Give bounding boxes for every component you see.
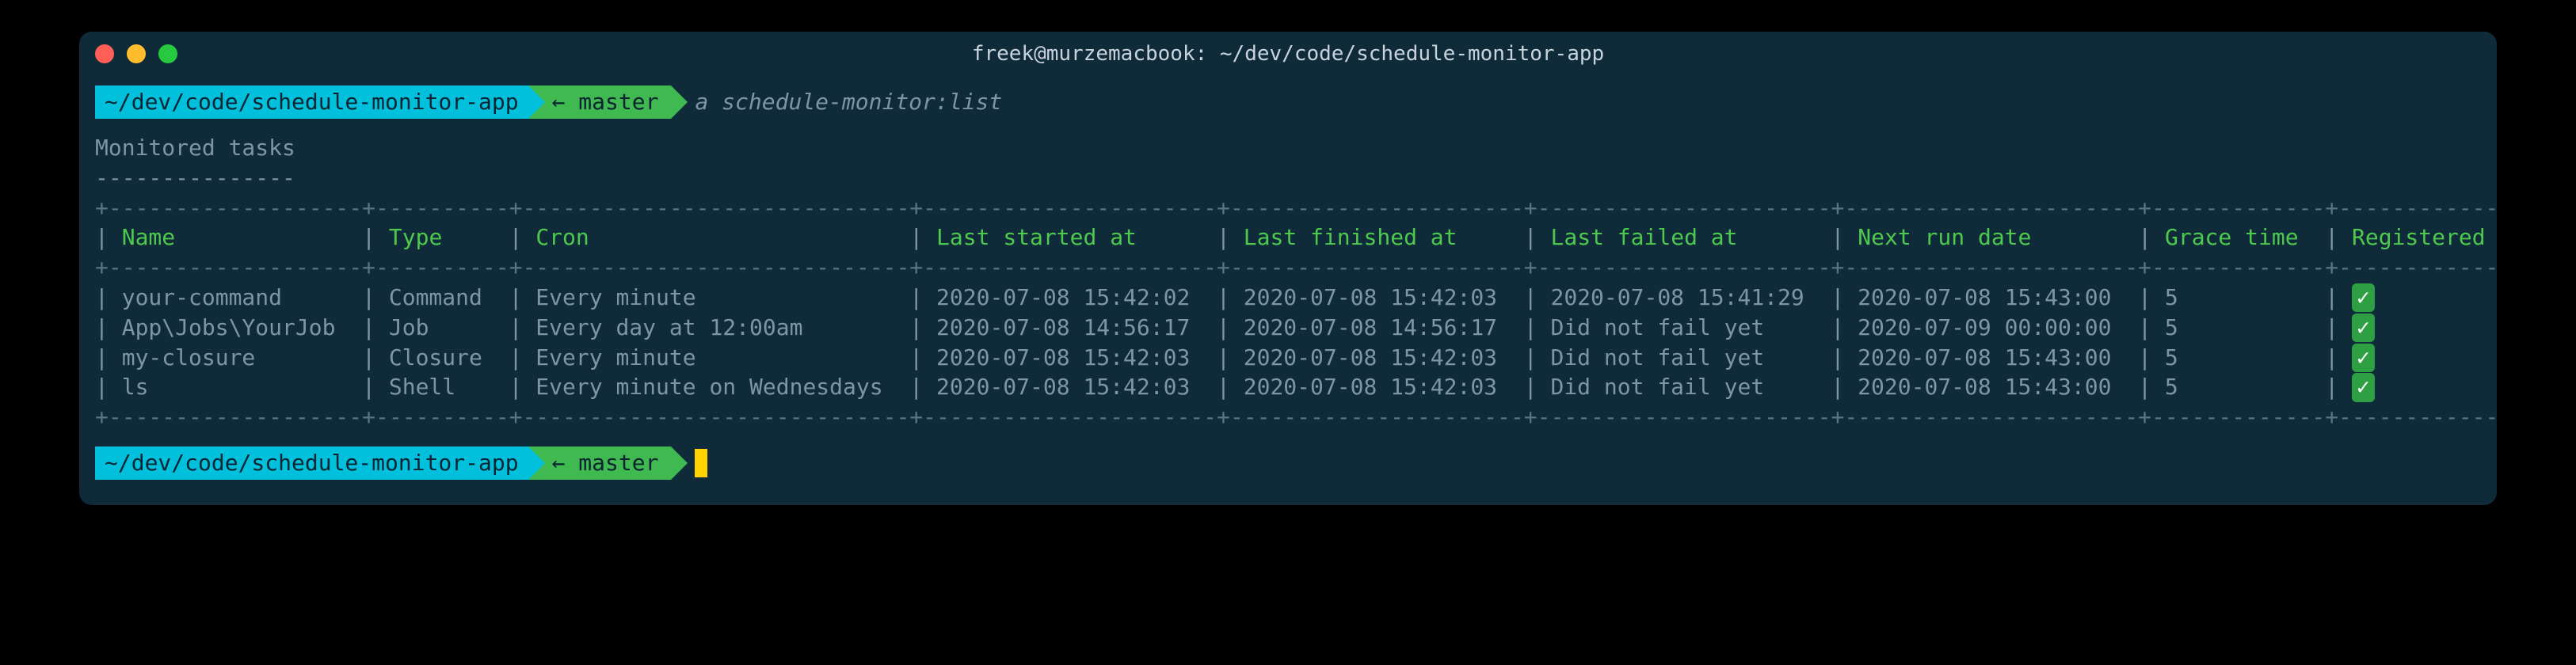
- prompt-branch: ← master: [528, 446, 672, 480]
- cursor-icon: [695, 449, 707, 477]
- terminal-content[interactable]: ~/dev/code/schedule-monitor-app ← master…: [79, 76, 2497, 505]
- prompt-line-1: ~/dev/code/schedule-monitor-app ← master…: [95, 86, 2481, 119]
- prompt-line-2: ~/dev/code/schedule-monitor-app ← master: [95, 446, 2481, 480]
- maximize-icon[interactable]: [158, 44, 177, 63]
- window-title: freek@murzemacbook: ~/dev/code/schedule-…: [972, 42, 1604, 66]
- terminal-window: freek@murzemacbook: ~/dev/code/schedule-…: [79, 32, 2497, 505]
- prompt-path: ~/dev/code/schedule-monitor-app: [95, 446, 528, 480]
- close-icon[interactable]: [95, 44, 114, 63]
- command-text: a schedule-monitor:list: [695, 87, 1002, 117]
- prompt-branch: ← master: [528, 86, 672, 119]
- prompt-path: ~/dev/code/schedule-monitor-app: [95, 86, 528, 119]
- traffic-lights: [95, 44, 177, 63]
- titlebar: freek@murzemacbook: ~/dev/code/schedule-…: [79, 32, 2497, 76]
- command-output: Monitored tasks --------------- +-------…: [95, 133, 2481, 432]
- minimize-icon[interactable]: [127, 44, 146, 63]
